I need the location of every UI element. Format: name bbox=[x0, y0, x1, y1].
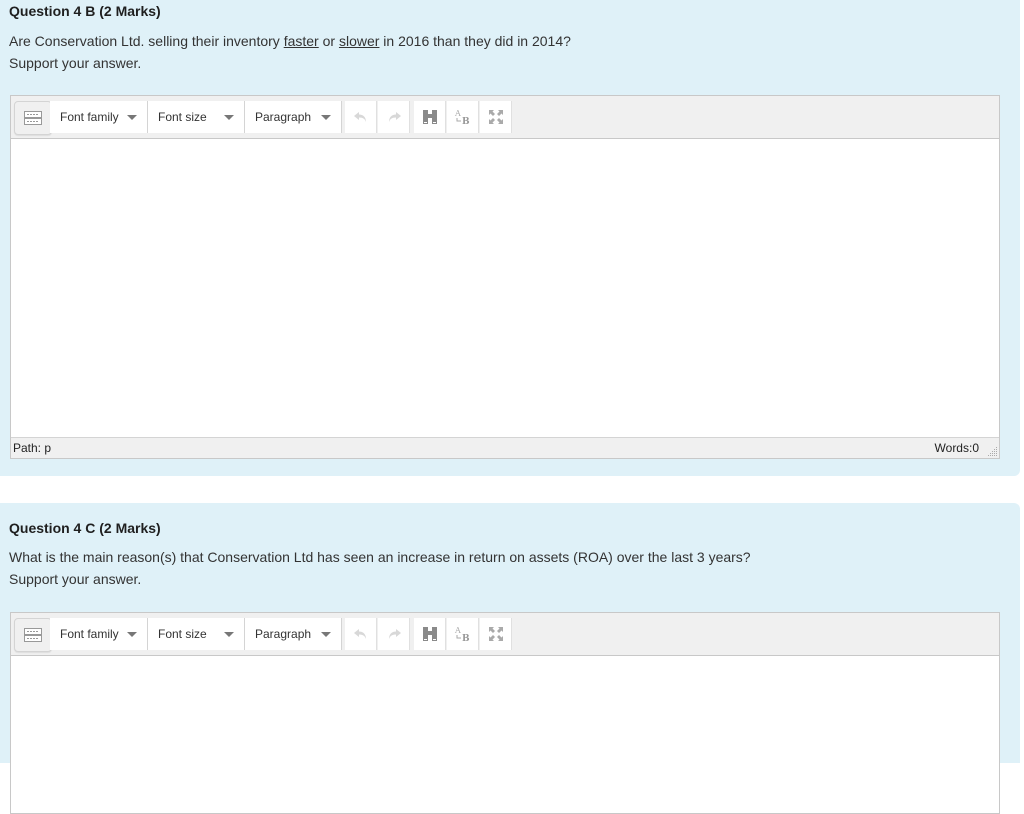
question-4c-panel: Question 4 C (2 Marks) What is the main … bbox=[0, 503, 1020, 814]
question-text-part: or bbox=[318, 33, 339, 49]
question-text: Are Conservation Ltd. selling their inve… bbox=[9, 30, 571, 52]
find-button[interactable] bbox=[414, 618, 446, 650]
undo-button[interactable] bbox=[345, 618, 377, 650]
underlined-word-slower: slower bbox=[338, 33, 380, 49]
element-path[interactable]: Path: p bbox=[13, 441, 51, 455]
chevron-down-icon bbox=[127, 632, 137, 637]
find-replace-button[interactable]: AB bbox=[447, 101, 479, 133]
question-support: Support your answer. bbox=[9, 55, 142, 71]
binoculars-icon bbox=[422, 627, 437, 641]
paragraph-label: Paragraph bbox=[255, 110, 312, 124]
find-replace-icon: AB bbox=[454, 626, 470, 643]
paragraph-select[interactable]: Paragraph bbox=[245, 618, 342, 650]
keyboard-icon bbox=[24, 628, 42, 642]
font-family-label: Font family bbox=[60, 110, 119, 124]
rich-text-editor: Font family Font size Paragraph AB bbox=[10, 612, 1000, 814]
editor-toolbar: Font family Font size Paragraph AB bbox=[11, 96, 999, 139]
question-text-part: in 2016 than they did in 2014? bbox=[379, 33, 571, 49]
chevron-down-icon bbox=[321, 632, 331, 637]
paragraph-select[interactable]: Paragraph bbox=[245, 101, 342, 133]
font-size-select[interactable]: Font size bbox=[148, 618, 245, 650]
fullscreen-icon bbox=[488, 627, 503, 641]
find-button[interactable] bbox=[414, 101, 446, 133]
find-replace-button[interactable]: AB bbox=[447, 618, 479, 650]
editor-content-area[interactable] bbox=[11, 656, 999, 806]
font-size-select[interactable]: Font size bbox=[148, 101, 245, 133]
svg-text:B: B bbox=[462, 117, 470, 126]
binoculars-icon bbox=[422, 110, 437, 124]
question-text-part: Are Conservation Ltd. selling their inve… bbox=[9, 33, 284, 49]
question-4b-panel: Question 4 B (2 Marks) Are Conservation … bbox=[0, 0, 1020, 476]
toolbar-toggle-button[interactable] bbox=[14, 101, 52, 135]
undo-button[interactable] bbox=[345, 101, 377, 133]
chevron-down-icon bbox=[321, 115, 331, 120]
paragraph-label: Paragraph bbox=[255, 627, 312, 641]
font-family-label: Font family bbox=[60, 627, 119, 641]
redo-button[interactable] bbox=[378, 618, 410, 650]
svg-text:A: A bbox=[454, 626, 461, 635]
fullscreen-icon bbox=[488, 110, 503, 124]
redo-icon bbox=[388, 629, 401, 639]
chevron-down-icon bbox=[127, 115, 137, 120]
editor-toolbar: Font family Font size Paragraph AB bbox=[11, 613, 999, 656]
chevron-down-icon bbox=[224, 115, 234, 120]
svg-text:B: B bbox=[462, 634, 470, 643]
question-support: Support your answer. bbox=[9, 571, 142, 587]
editor-statusbar: Path: p Words:0 bbox=[11, 437, 999, 458]
font-family-select[interactable]: Font family bbox=[50, 618, 148, 650]
resize-handle-icon[interactable] bbox=[986, 445, 998, 457]
svg-text:A: A bbox=[454, 109, 461, 118]
keyboard-icon bbox=[24, 111, 42, 125]
undo-icon bbox=[353, 629, 366, 639]
font-size-label: Font size bbox=[158, 627, 207, 641]
find-replace-icon: AB bbox=[454, 109, 470, 126]
font-size-label: Font size bbox=[158, 110, 207, 124]
undo-icon bbox=[353, 112, 366, 122]
question-text: What is the main reason(s) that Conserva… bbox=[9, 549, 751, 565]
redo-button[interactable] bbox=[378, 101, 410, 133]
word-count: Words:0 bbox=[934, 441, 979, 455]
font-family-select[interactable]: Font family bbox=[50, 101, 148, 133]
toolbar-toggle-button[interactable] bbox=[14, 618, 52, 652]
fullscreen-button[interactable] bbox=[480, 618, 512, 650]
underlined-word-faster: faster bbox=[283, 33, 319, 49]
chevron-down-icon bbox=[224, 632, 234, 637]
editor-content-area[interactable] bbox=[11, 139, 999, 437]
question-title: Question 4 C (2 Marks) bbox=[9, 520, 161, 536]
fullscreen-button[interactable] bbox=[480, 101, 512, 133]
question-title: Question 4 B (2 Marks) bbox=[9, 3, 161, 19]
redo-icon bbox=[388, 112, 401, 122]
rich-text-editor: Font family Font size Paragraph AB bbox=[10, 95, 1000, 459]
